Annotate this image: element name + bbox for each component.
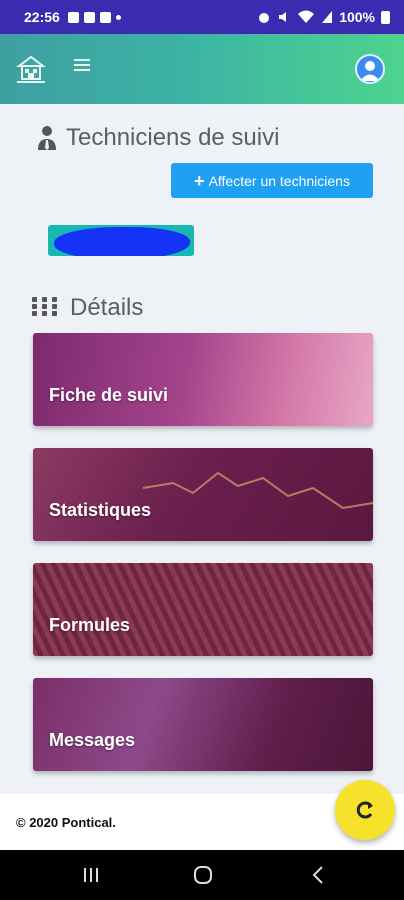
chart-background-image	[142, 471, 373, 510]
alarm-icon	[259, 13, 270, 23]
battery-icon	[381, 10, 390, 24]
card-label: Messages	[49, 730, 136, 750]
technicien-chip[interactable]	[48, 225, 194, 256]
card-messages[interactable]: Messages	[33, 678, 373, 771]
techniciens-title-text: Techniciens de suivi	[66, 124, 280, 151]
refresh-fab-button[interactable]	[335, 780, 395, 840]
status-right: 100%	[257, 9, 390, 25]
recents-button[interactable]	[78, 862, 104, 888]
wifi-icon	[298, 10, 315, 23]
user-avatar-icon[interactable]	[355, 54, 385, 84]
affecter-button-label: Affecter un techniciens	[208, 172, 350, 189]
building-logo-icon[interactable]	[14, 52, 48, 86]
battery-percent: 100%	[339, 9, 375, 25]
home-icon	[194, 866, 212, 884]
grid-dots-icon	[32, 297, 64, 319]
notification-icons	[67, 11, 121, 23]
android-nav-bar	[0, 850, 404, 900]
redacted-name-overlay	[54, 227, 190, 256]
copyright-text: © 2020 Pontical.	[16, 815, 116, 830]
home-button[interactable]	[190, 862, 216, 888]
facebook-notification-icon	[83, 11, 95, 23]
hamburger-icon[interactable]	[74, 59, 90, 73]
back-icon	[312, 866, 323, 884]
techniciens-section-title: Techniciens de suivi	[34, 124, 279, 152]
card-label: Fiche de suivi	[49, 385, 169, 405]
signal-icon	[322, 11, 333, 23]
affecter-techniciens-button[interactable]: + Affecter un techniciens	[171, 163, 373, 198]
card-label: Statistiques	[49, 500, 152, 520]
card-formules[interactable]: Formules	[33, 563, 373, 656]
card-statistiques[interactable]: Statistiques	[33, 448, 373, 541]
facebook-notification-icon	[99, 11, 111, 23]
mute-icon	[279, 12, 287, 22]
back-button[interactable]	[306, 862, 332, 888]
refresh-icon	[356, 801, 373, 819]
card-label: Formules	[49, 615, 131, 635]
details-title-text: Détails	[70, 294, 144, 321]
card-fiche-de-suivi[interactable]: Fiche de suivi	[33, 333, 373, 426]
app-header	[0, 34, 404, 104]
status-time: 22:56	[24, 9, 60, 25]
status-bar: 22:56 100%	[0, 0, 404, 34]
user-tie-icon	[38, 126, 56, 150]
recents-icon	[84, 868, 98, 882]
more-notifications-icon	[115, 14, 121, 20]
plus-icon: +	[194, 170, 205, 191]
details-section-title: Détails	[32, 294, 143, 322]
gallery-notification-icon	[67, 11, 79, 23]
